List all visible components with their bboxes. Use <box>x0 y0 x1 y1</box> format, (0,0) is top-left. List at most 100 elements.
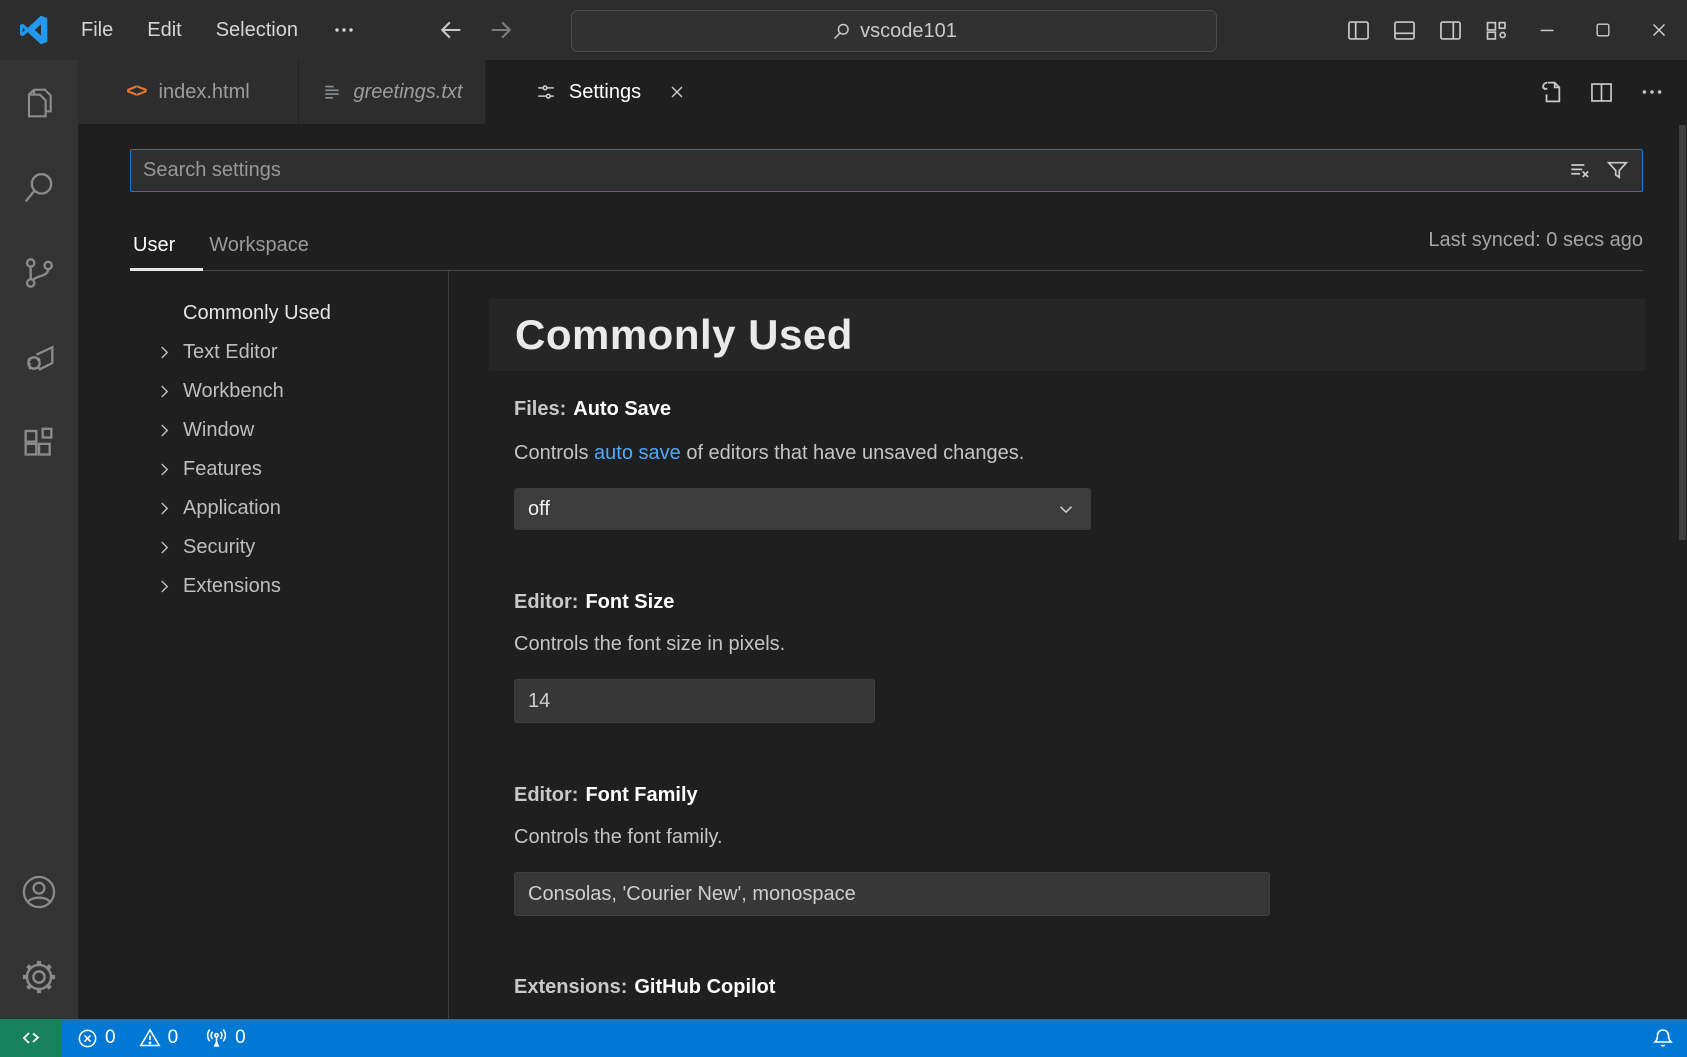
auto-save-link[interactable]: auto save <box>594 442 681 464</box>
setting-desc-font-family: Controls the font family. <box>514 826 723 849</box>
tab-greetings-txt[interactable]: greetings.txt <box>299 60 486 124</box>
search-view-icon[interactable] <box>0 145 78 230</box>
error-count: 0 <box>105 1027 116 1049</box>
toggle-primary-sidebar-icon[interactable] <box>1335 0 1381 60</box>
problems-status[interactable]: 0 0 <box>76 1019 178 1057</box>
chevron-right-icon <box>155 577 183 596</box>
setting-name: Font Family <box>585 784 697 806</box>
chevron-right-icon <box>155 421 183 440</box>
setting-title-github-copilot: Extensions: GitHub Copilot <box>514 976 775 999</box>
settings-search-input[interactable] <box>131 159 1567 182</box>
chevron-right-icon <box>155 538 183 557</box>
filter-settings-icon[interactable] <box>1605 158 1630 183</box>
close-window-button[interactable] <box>1631 0 1687 60</box>
maximize-button[interactable] <box>1575 0 1631 60</box>
toc-label: Commonly Used <box>183 302 331 325</box>
scope-tab-workspace[interactable]: Workspace <box>206 220 312 270</box>
toc-item-security[interactable]: Security <box>130 528 446 567</box>
toc-label: Extensions <box>183 575 281 598</box>
settings-editor: User Workspace Last synced: 0 secs ago C… <box>78 124 1687 1019</box>
setting-category: Files: <box>514 398 566 420</box>
setting-name: Font Size <box>585 591 674 613</box>
notifications-bell-icon[interactable] <box>1651 1019 1675 1057</box>
menu-selection[interactable]: Selection <box>199 0 315 60</box>
setting-title-font-family: Editor: Font Family <box>514 784 698 807</box>
extensions-view-icon[interactable] <box>0 400 78 485</box>
setting-category: Extensions: <box>514 976 627 998</box>
settings-toc: Commonly Used Text Editor Workbench Wind… <box>130 294 446 606</box>
setting-name: Auto Save <box>573 398 671 420</box>
clear-settings-search-icon[interactable] <box>1567 158 1593 184</box>
error-icon <box>76 1027 99 1050</box>
split-editor-icon[interactable] <box>1588 79 1615 106</box>
command-center-text: vscode101 <box>860 20 957 43</box>
editor-tab-bar: <> index.html greetings.txt Settings <box>78 60 1687 124</box>
open-settings-json-icon[interactable] <box>1536 78 1564 106</box>
tab-settings[interactable]: Settings <box>486 60 736 124</box>
manage-settings-gear-icon[interactable] <box>0 934 78 1019</box>
toc-item-features[interactable]: Features <box>130 450 446 489</box>
toc-label: Workbench <box>183 380 284 403</box>
activity-bar <box>0 60 78 1019</box>
auto-save-select[interactable]: off <box>514 488 1091 530</box>
toc-label: Security <box>183 536 255 559</box>
remote-indicator[interactable] <box>0 1019 62 1057</box>
setting-category: Editor: <box>514 784 578 806</box>
radio-tower-icon <box>204 1026 229 1051</box>
warning-icon <box>138 1026 162 1050</box>
toggle-secondary-sidebar-icon[interactable] <box>1427 0 1473 60</box>
tab-label: Settings <box>569 81 641 104</box>
activity-bar-spacer <box>0 485 78 849</box>
explorer-icon[interactable] <box>0 60 78 145</box>
desc-text: Controls <box>514 442 594 464</box>
html-file-icon: <> <box>126 81 146 103</box>
font-size-input[interactable] <box>514 679 875 723</box>
more-actions-icon[interactable] <box>1639 79 1665 105</box>
settings-sliders-icon <box>535 81 557 103</box>
minimize-button[interactable] <box>1519 0 1575 60</box>
ports-status[interactable]: 0 <box>204 1019 246 1057</box>
toc-item-workbench[interactable]: Workbench <box>130 372 446 411</box>
chevron-right-icon <box>155 382 183 401</box>
menu-overflow-icon[interactable] <box>315 0 373 60</box>
ports-count: 0 <box>235 1027 246 1049</box>
toc-item-commonly-used[interactable]: Commonly Used <box>130 294 446 333</box>
font-family-input[interactable] <box>514 872 1270 916</box>
accounts-icon[interactable] <box>0 849 78 934</box>
toggle-panel-icon[interactable] <box>1381 0 1427 60</box>
toc-label: Text Editor <box>183 341 277 364</box>
toc-divider <box>448 271 449 1019</box>
toc-item-window[interactable]: Window <box>130 411 446 450</box>
settings-search-box <box>130 149 1643 192</box>
chevron-down-icon <box>1055 498 1077 520</box>
close-tab-icon[interactable] <box>667 82 687 102</box>
command-center[interactable]: vscode101 <box>571 10 1217 52</box>
customize-layout-icon[interactable] <box>1473 0 1519 60</box>
desc-text: of editors that have unsaved changes. <box>681 442 1025 464</box>
toc-label: Application <box>183 497 281 520</box>
chevron-right-icon <box>155 343 183 362</box>
scrollbar-thumb[interactable] <box>1679 125 1686 540</box>
menu-file[interactable]: File <box>64 0 130 60</box>
vscode-logo-icon <box>18 14 50 46</box>
toc-item-extensions[interactable]: Extensions <box>130 567 446 606</box>
tab-label: greetings.txt <box>354 81 463 104</box>
remote-icon <box>19 1026 43 1050</box>
toc-label: Window <box>183 419 254 442</box>
toc-item-text-editor[interactable]: Text Editor <box>130 333 446 372</box>
setting-name: GitHub Copilot <box>634 976 775 998</box>
menu-edit[interactable]: Edit <box>130 0 198 60</box>
status-bar: 0 0 0 <box>0 1019 1687 1057</box>
source-control-icon[interactable] <box>0 230 78 315</box>
scope-divider <box>130 270 1643 271</box>
navigate-back-icon[interactable] <box>430 8 472 52</box>
run-debug-icon[interactable] <box>0 315 78 400</box>
setting-title-font-size: Editor:Font Size <box>514 591 674 614</box>
section-heading-band: Commonly Used <box>489 299 1645 371</box>
warning-count: 0 <box>168 1027 179 1049</box>
toc-item-application[interactable]: Application <box>130 489 446 528</box>
setting-title-files-auto-save: Files: Auto Save <box>514 398 671 421</box>
tab-index-html[interactable]: <> index.html <box>78 60 299 124</box>
scope-tab-user[interactable]: User <box>130 220 178 270</box>
navigate-forward-icon[interactable] <box>480 8 522 52</box>
